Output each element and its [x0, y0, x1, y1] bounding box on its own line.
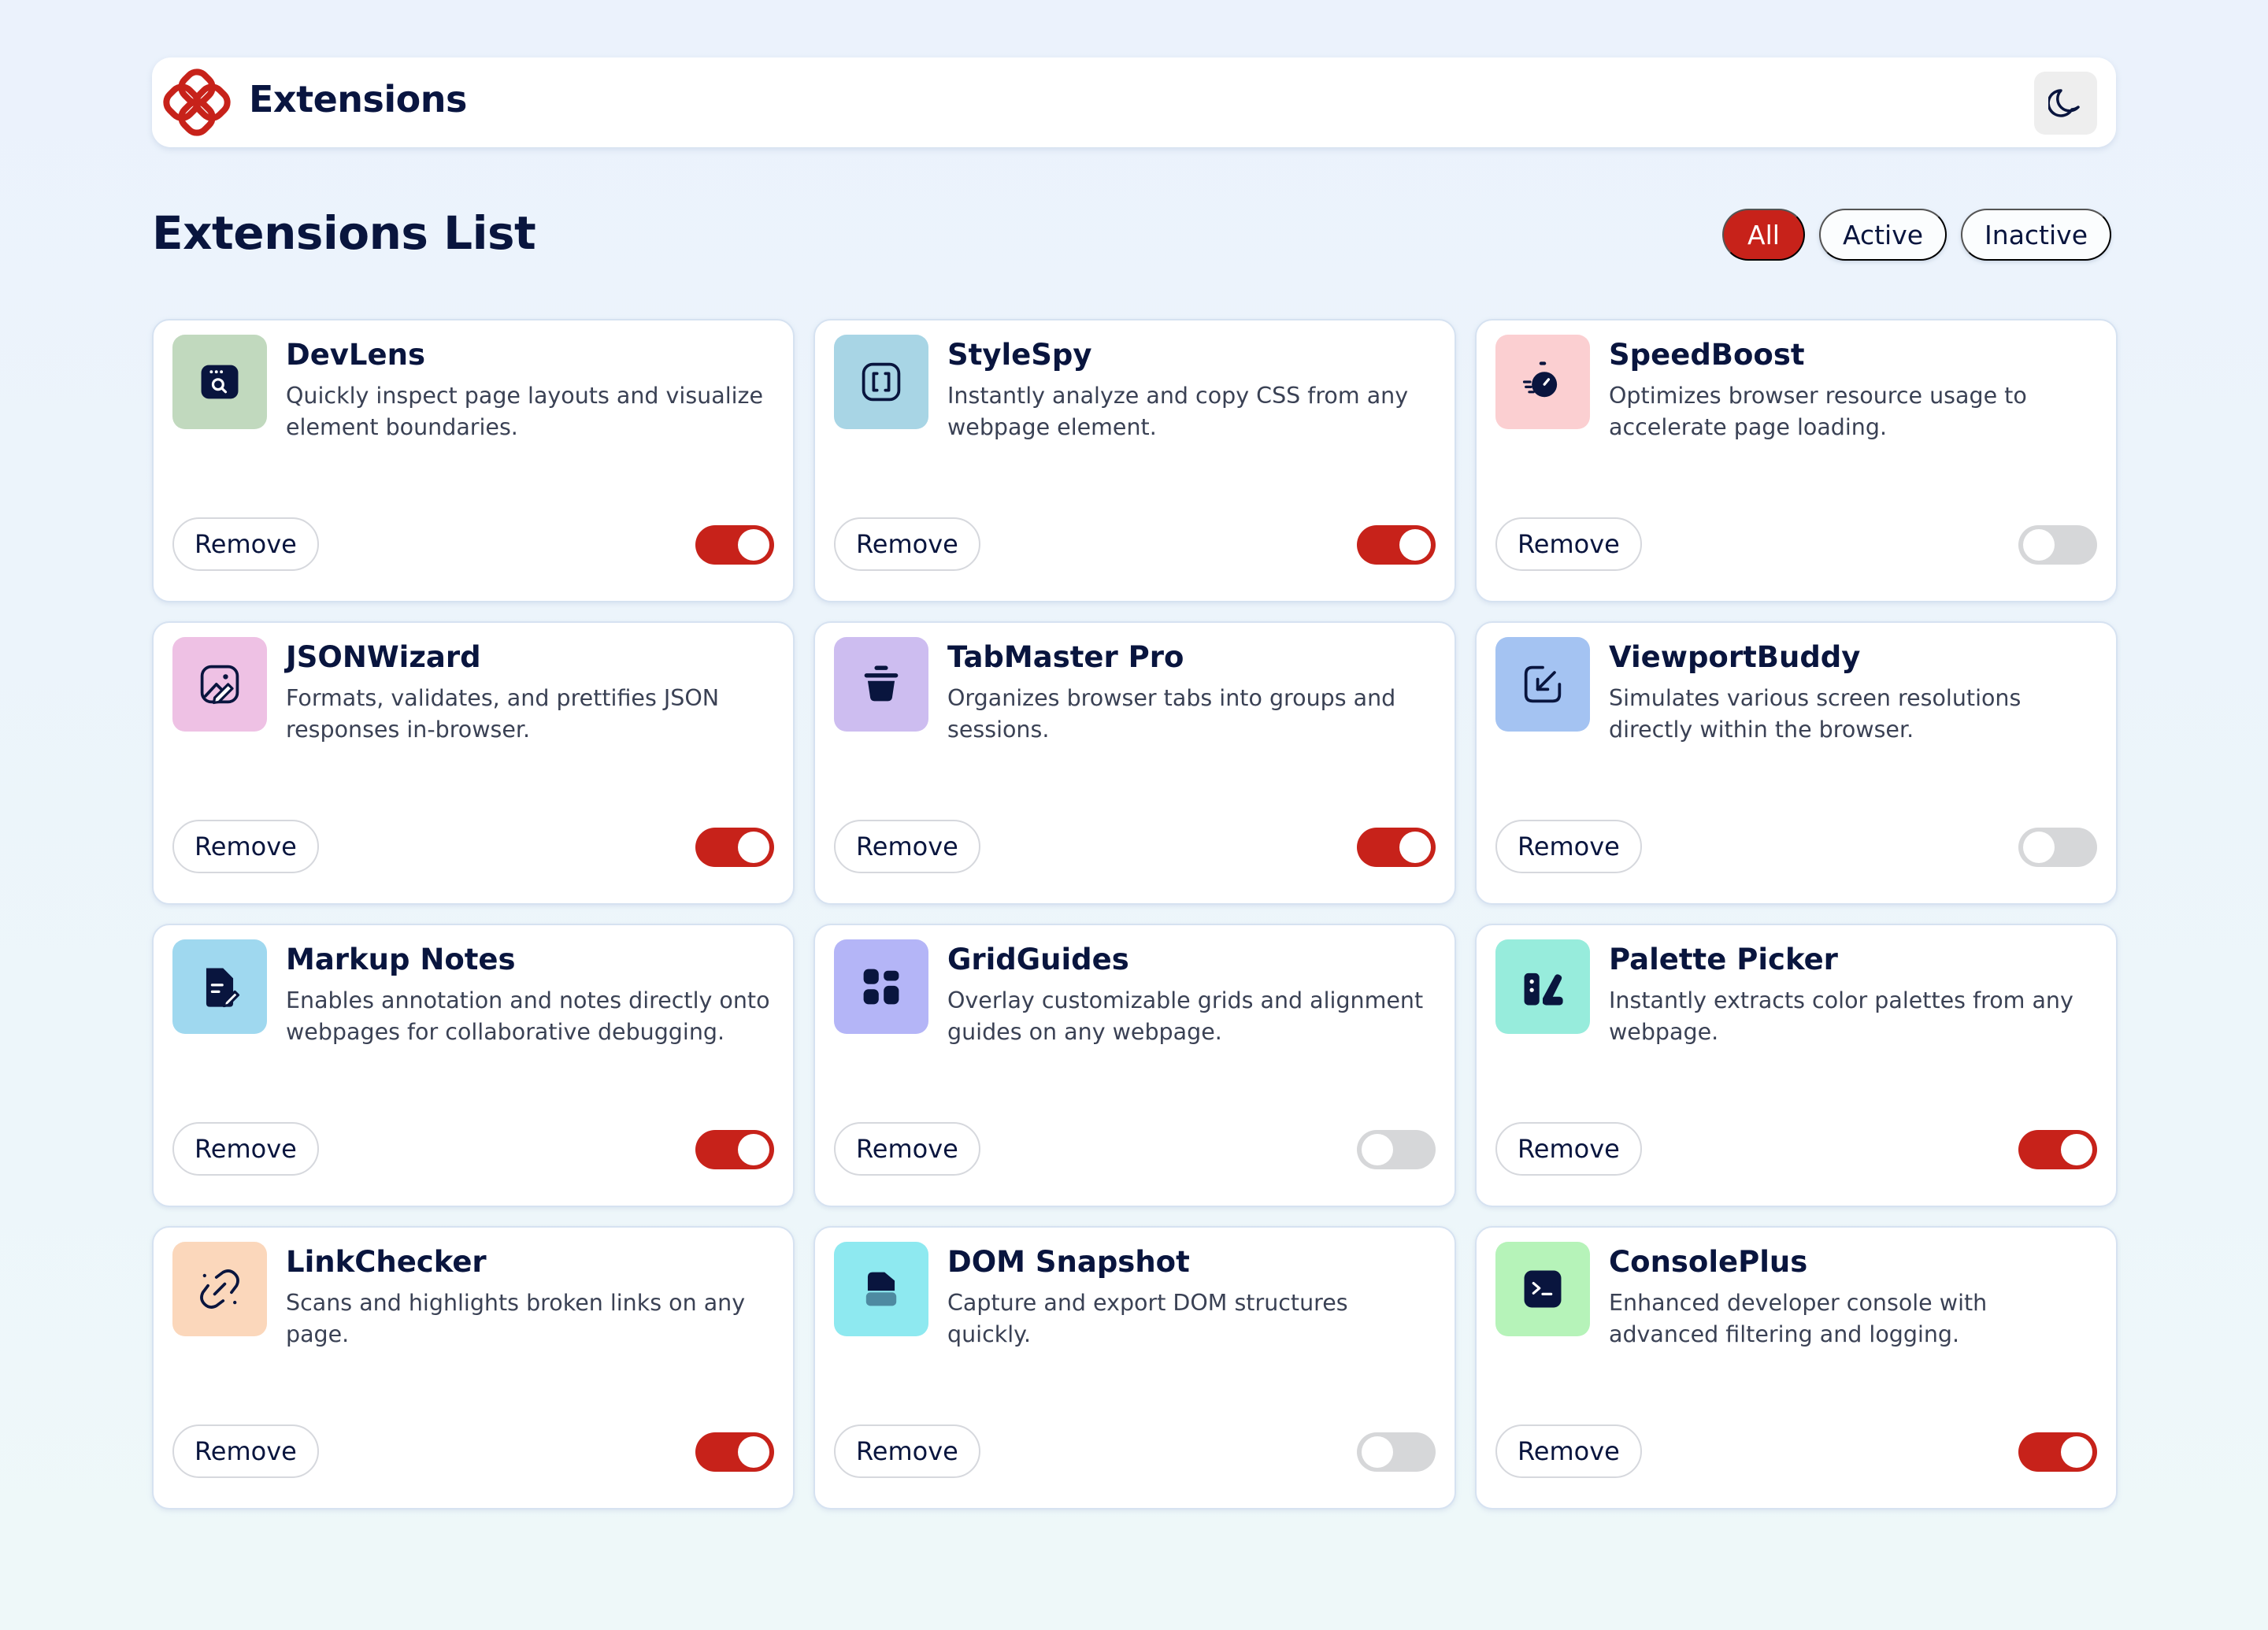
- extension-card: LinkChecker Scans and highlights broken l…: [152, 1226, 795, 1510]
- remove-button[interactable]: Remove: [1495, 1424, 1642, 1478]
- extension-card: Palette Picker Instantly extracts color p…: [1475, 924, 2118, 1207]
- logo-icon: [163, 69, 231, 136]
- extension-name: SpeedBoost: [1609, 338, 1805, 372]
- extension-name: DevLens: [286, 338, 425, 372]
- remove-button[interactable]: Remove: [172, 820, 319, 873]
- extension-name: GridGuides: [947, 943, 1129, 976]
- extension-name: TabMaster Pro: [947, 640, 1184, 674]
- toggle-knob: [2061, 1134, 2092, 1165]
- toggle-knob: [2061, 1436, 2092, 1468]
- extension-card: TabMaster Pro Organizes browser tabs into…: [813, 621, 1456, 905]
- extension-description: Organizes browser tabs into groups and s…: [947, 685, 1396, 743]
- active-toggle[interactable]: [2018, 1130, 2097, 1169]
- extension-card: ConsolePlus Enhanced developer console wi…: [1475, 1226, 2118, 1510]
- filter-tabs: All Active Inactive: [1722, 209, 2111, 261]
- active-toggle[interactable]: [1357, 828, 1436, 867]
- extension-card: DevLens Quickly inspect page layouts and …: [152, 319, 795, 602]
- extension-card: DOM Snapshot Capture and export DOM struc…: [813, 1226, 1456, 1510]
- filter-all-button[interactable]: All: [1722, 209, 1805, 261]
- brackets-icon: [834, 335, 928, 429]
- toggle-knob: [738, 529, 769, 561]
- remove-button[interactable]: Remove: [172, 1122, 319, 1176]
- snapshot-icon: [834, 1242, 928, 1336]
- pot-icon: [834, 637, 928, 732]
- extension-description: Simulates various screen resolutions dir…: [1609, 685, 2022, 743]
- extension-description: Scans and highlights broken links on any…: [286, 1290, 746, 1347]
- extension-description: Instantly analyze and copy CSS from any …: [947, 383, 1409, 440]
- extension-description: Quickly inspect page layouts and visuali…: [286, 383, 764, 440]
- page-title: Extensions List: [152, 206, 536, 260]
- top-bar: Extensions: [152, 57, 2116, 147]
- extension-card: SpeedBoost Optimizes browser resource usa…: [1475, 319, 2118, 602]
- grid-blocks-icon: [834, 939, 928, 1034]
- toggle-knob: [2023, 832, 2055, 863]
- remove-button[interactable]: Remove: [834, 1424, 980, 1478]
- active-toggle[interactable]: [695, 828, 774, 867]
- extension-card: StyleSpy Instantly analyze and copy CSS f…: [813, 319, 1456, 602]
- toggle-knob: [2023, 529, 2055, 561]
- extension-name: Markup Notes: [286, 943, 516, 976]
- browser-search-icon: [172, 335, 267, 429]
- filter-inactive-button[interactable]: Inactive: [1961, 209, 2111, 261]
- toggle-knob: [1399, 832, 1431, 863]
- active-toggle[interactable]: [1357, 1130, 1436, 1169]
- extension-card: JSONWizard Formats, validates, and pretti…: [152, 621, 795, 905]
- remove-button[interactable]: Remove: [834, 820, 980, 873]
- extension-name: ConsolePlus: [1609, 1245, 1808, 1279]
- page: Extensions Extensions List All Active In…: [0, 0, 2268, 1630]
- active-toggle[interactable]: [1357, 1432, 1436, 1472]
- active-toggle[interactable]: [1357, 525, 1436, 565]
- toggle-knob: [738, 1134, 769, 1165]
- extension-description: Optimizes browser resource usage to acce…: [1609, 383, 2027, 440]
- extensions-grid: DevLens Quickly inspect page layouts and …: [152, 319, 2118, 1510]
- theme-toggle-button[interactable]: [2034, 72, 2097, 135]
- remove-button[interactable]: Remove: [172, 1424, 319, 1478]
- active-toggle[interactable]: [695, 1130, 774, 1169]
- extension-description: Enhanced developer console with advanced…: [1609, 1290, 1988, 1347]
- active-toggle[interactable]: [695, 1432, 774, 1472]
- brand-title: Extensions: [249, 78, 467, 120]
- extension-name: Palette Picker: [1609, 943, 1838, 976]
- active-toggle[interactable]: [2018, 1432, 2097, 1472]
- stopwatch-icon: [1495, 335, 1590, 429]
- extension-card: Markup Notes Enables annotation and notes…: [152, 924, 795, 1207]
- resize-arrow-icon: [1495, 637, 1590, 732]
- extension-name: StyleSpy: [947, 338, 1092, 372]
- extension-description: Enables annotation and notes directly on…: [286, 987, 770, 1045]
- image-edit-icon: [172, 637, 267, 732]
- extension-description: Overlay customizable grids and alignment…: [947, 987, 1424, 1045]
- extension-description: Instantly extracts color palettes from a…: [1609, 987, 2073, 1045]
- document-edit-icon: [172, 939, 267, 1034]
- toggle-knob: [1399, 529, 1431, 561]
- swatches-icon: [1495, 939, 1590, 1034]
- extension-card: ViewportBuddy Simulates various screen re…: [1475, 621, 2118, 905]
- remove-button[interactable]: Remove: [834, 517, 980, 571]
- extension-name: ViewportBuddy: [1609, 640, 1861, 674]
- remove-button[interactable]: Remove: [172, 517, 319, 571]
- extension-description: Capture and export DOM structures quickl…: [947, 1290, 1348, 1347]
- extension-name: JSONWizard: [286, 640, 481, 674]
- extension-name: LinkChecker: [286, 1245, 487, 1279]
- remove-button[interactable]: Remove: [834, 1122, 980, 1176]
- active-toggle[interactable]: [2018, 828, 2097, 867]
- terminal-icon: [1495, 1242, 1590, 1336]
- extension-card: GridGuides Overlay customizable grids and…: [813, 924, 1456, 1207]
- remove-button[interactable]: Remove: [1495, 1122, 1642, 1176]
- broken-link-icon: [172, 1242, 267, 1336]
- active-toggle[interactable]: [695, 525, 774, 565]
- toggle-knob: [1362, 1134, 1393, 1165]
- toggle-knob: [1362, 1436, 1393, 1468]
- filter-active-button[interactable]: Active: [1818, 209, 1947, 261]
- extension-description: Formats, validates, and prettifies JSON …: [286, 685, 720, 743]
- moon-icon: [2048, 86, 2083, 120]
- toggle-knob: [738, 832, 769, 863]
- remove-button[interactable]: Remove: [1495, 517, 1642, 571]
- remove-button[interactable]: Remove: [1495, 820, 1642, 873]
- toggle-knob: [738, 1436, 769, 1468]
- active-toggle[interactable]: [2018, 525, 2097, 565]
- extension-name: DOM Snapshot: [947, 1245, 1190, 1279]
